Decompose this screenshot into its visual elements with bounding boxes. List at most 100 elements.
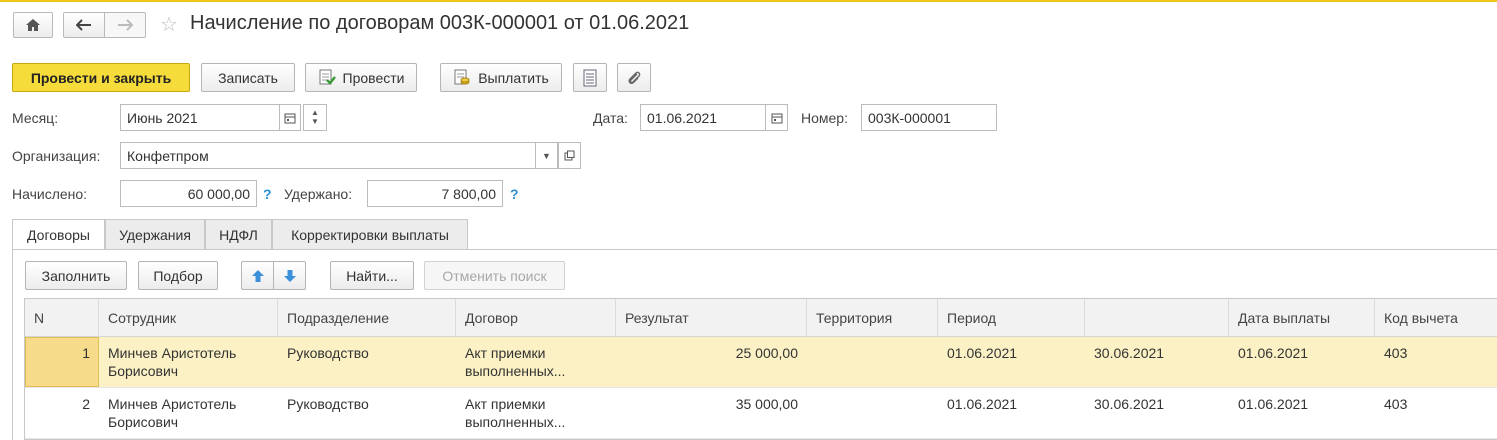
cell-employee-line2: Борисович <box>108 414 179 430</box>
chevron-down-icon: ▼ <box>542 150 551 161</box>
arrow-left-icon <box>76 19 91 31</box>
column-header-result[interactable]: Результат <box>616 299 807 337</box>
arrow-down-icon <box>283 269 296 282</box>
cell-contract: Акт приемки выполненных... <box>456 388 616 439</box>
cell-contract-line1: Акт приемки <box>465 345 546 361</box>
paperclip-icon <box>628 71 641 84</box>
date-label: Дата: <box>593 110 628 126</box>
accrued-help-icon[interactable]: ? <box>263 186 272 202</box>
cell-deduction-code: 403 <box>1384 396 1408 412</box>
stepper-up-icon[interactable]: ▲ <box>311 109 319 117</box>
list-report-icon <box>583 69 597 86</box>
month-field[interactable]: Июнь 2021 <box>120 104 280 131</box>
cell-pay-date: 01.06.2021 <box>1238 396 1309 412</box>
cell-deduction-code: 403 <box>1384 345 1408 361</box>
back-button[interactable] <box>63 12 105 38</box>
tab-panel-border <box>12 249 13 440</box>
withheld-help-icon[interactable]: ? <box>510 186 519 202</box>
post-button[interactable]: Провести <box>305 63 417 92</box>
attach-button[interactable] <box>617 63 651 92</box>
cell-employee-line1: Минчев Аристотель <box>108 345 237 361</box>
cell-department: Руководство <box>287 345 369 361</box>
pay-button-label: Выплатить <box>478 69 549 86</box>
find-button[interactable]: Найти... <box>330 261 414 290</box>
cell-department: Руководство <box>287 396 369 412</box>
column-header-n[interactable]: N <box>25 299 99 337</box>
tab-withholdings[interactable]: Удержания <box>105 219 205 249</box>
column-header-department[interactable]: Подразделение <box>278 299 456 337</box>
table-header: N Сотрудник Подразделение Договор Резуль… <box>25 299 1497 337</box>
accrued-label: Начислено: <box>12 186 88 202</box>
tab-ndfl[interactable]: НДФЛ <box>205 219 272 249</box>
organization-dropdown-button[interactable]: ▼ <box>535 142 558 169</box>
column-header-contract[interactable]: Договор <box>456 299 616 337</box>
number-label: Номер: <box>801 110 848 126</box>
arrow-right-icon <box>118 19 133 31</box>
contracts-table: N Сотрудник Подразделение Договор Резуль… <box>24 298 1497 440</box>
table-row[interactable]: 1 Минчев Аристотель Борисович Руководств… <box>25 337 1497 388</box>
cell-employee-line1: Минчев Аристотель <box>108 396 237 412</box>
calendar-icon <box>771 113 782 123</box>
table-row[interactable]: 2 Минчев Аристотель Борисович Руководств… <box>25 388 1497 439</box>
post-document-icon <box>319 69 336 85</box>
page-title: Начисление по договорам 003К-000001 от 0… <box>190 12 690 34</box>
select-button[interactable]: Подбор <box>138 261 218 290</box>
fill-button[interactable]: Заполнить <box>25 261 127 290</box>
month-stepper[interactable]: ▲ ▼ <box>303 104 327 131</box>
column-header-employee[interactable]: Сотрудник <box>99 299 278 337</box>
cell-result: 25 000,00 <box>735 345 798 361</box>
cell-employee-line2: Борисович <box>108 363 179 379</box>
cell-contract-line2: выполненных... <box>465 414 566 430</box>
column-header-period[interactable]: Период <box>938 299 1085 337</box>
pay-document-icon <box>454 69 470 84</box>
cell-n: 2 <box>82 396 90 412</box>
arrow-up-icon <box>251 269 264 282</box>
column-header-period-end[interactable] <box>1085 299 1229 337</box>
withheld-label: Удержано: <box>284 186 353 202</box>
cell-contract-line1: Акт приемки <box>465 396 546 412</box>
cell-employee: Минчев Аристотель Борисович <box>99 388 278 439</box>
month-label: Месяц: <box>12 110 59 126</box>
organization-open-button[interactable] <box>558 142 581 169</box>
column-header-deduction-code[interactable]: Код вычета <box>1375 299 1497 337</box>
date-field[interactable]: 01.06.2021 <box>640 104 766 131</box>
organization-field[interactable]: Конфетпром <box>120 142 536 169</box>
report-button[interactable] <box>573 63 607 92</box>
window-top-accent <box>0 0 1497 2</box>
cell-period-to: 30.06.2021 <box>1094 345 1165 361</box>
number-field[interactable]: 003К-000001 <box>861 104 997 131</box>
forward-button[interactable] <box>104 12 146 38</box>
cell-territory <box>807 337 938 388</box>
home-button[interactable] <box>13 12 53 38</box>
cell-n: 1 <box>82 345 90 361</box>
move-up-button[interactable] <box>241 261 274 290</box>
tab-contracts[interactable]: Договоры <box>12 219 105 250</box>
date-calendar-button[interactable] <box>765 104 788 131</box>
cell-contract: Акт приемки выполненных... <box>456 337 616 388</box>
post-button-label: Провести <box>342 69 405 86</box>
cell-pay-date: 01.06.2021 <box>1238 345 1309 361</box>
column-header-pay-date[interactable]: Дата выплаты <box>1229 299 1375 337</box>
stepper-down-icon[interactable]: ▼ <box>311 118 319 126</box>
open-window-icon <box>564 150 575 161</box>
save-button[interactable]: Записать <box>201 63 295 92</box>
column-header-territory[interactable]: Территория <box>807 299 938 337</box>
cell-employee: Минчев Аристотель Борисович <box>99 337 278 388</box>
organization-label: Организация: <box>12 148 101 164</box>
move-down-button[interactable] <box>273 261 306 290</box>
cell-period-from: 01.06.2021 <box>947 345 1018 361</box>
tab-payment-corrections[interactable]: Корректировки выплаты <box>272 219 468 249</box>
cell-result: 35 000,00 <box>735 396 798 412</box>
cancel-search-button[interactable]: Отменить поиск <box>424 261 565 290</box>
tab-divider <box>12 249 1497 250</box>
cell-territory <box>807 388 938 439</box>
post-and-close-button[interactable]: Провести и закрыть <box>12 63 190 92</box>
cell-period-to: 30.06.2021 <box>1094 396 1165 412</box>
favorite-star-icon[interactable]: ☆ <box>160 12 178 37</box>
cell-contract-line2: выполненных... <box>465 363 566 379</box>
pay-button[interactable]: Выплатить <box>440 63 562 92</box>
cell-period-from: 01.06.2021 <box>947 396 1018 412</box>
month-calendar-button[interactable] <box>279 104 301 131</box>
accrued-field[interactable]: 60 000,00 <box>120 180 257 207</box>
withheld-field[interactable]: 7 800,00 <box>367 180 503 207</box>
